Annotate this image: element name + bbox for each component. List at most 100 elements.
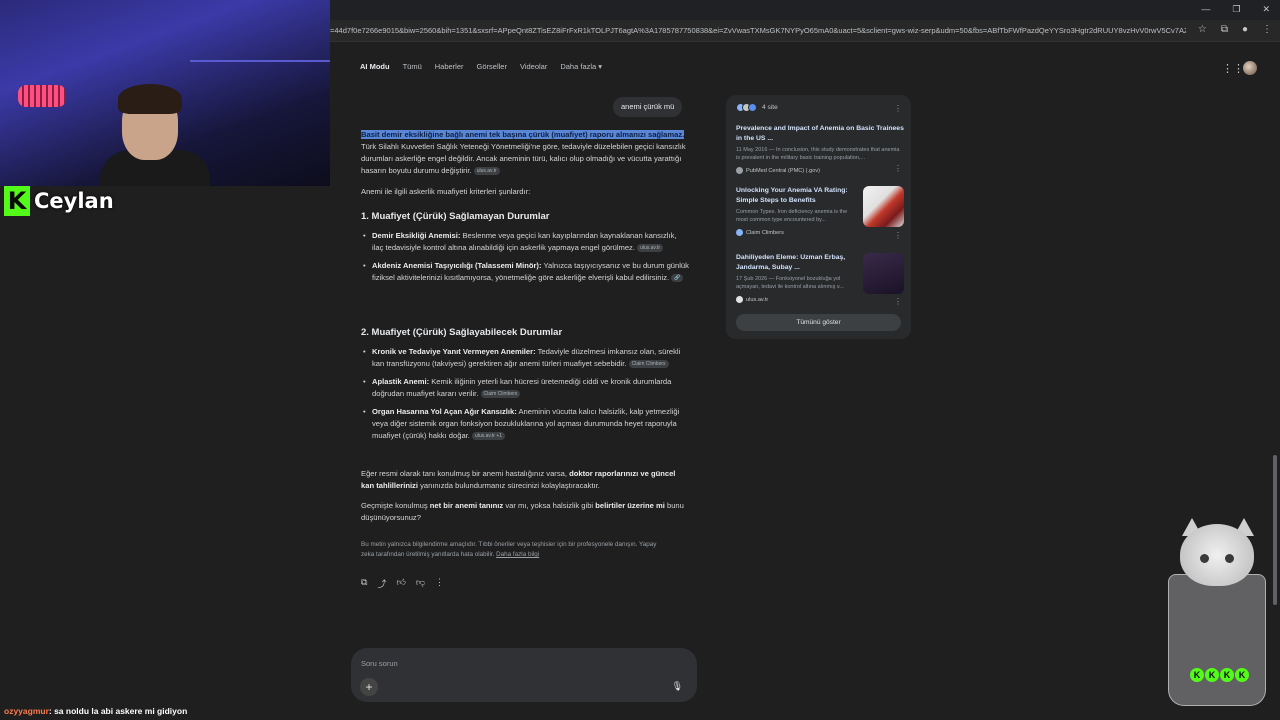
add-attachment-button[interactable]: + xyxy=(360,678,378,696)
section2-list: Kronik ve Tedaviye Yanıt Vermeyen Anemil… xyxy=(363,346,689,448)
glass xyxy=(1168,574,1266,706)
streamer-name: Ceylan xyxy=(34,189,114,213)
bookmark-star-icon[interactable]: ☆ xyxy=(1198,24,1207,35)
thumbs-up-icon[interactable]: 👍︎ xyxy=(396,577,405,590)
ask-input[interactable]: Soru sorun xyxy=(361,659,398,668)
profile-icon[interactable]: ● xyxy=(1242,24,1248,35)
sources-header: 4 site xyxy=(736,103,778,112)
scrollbar[interactable] xyxy=(1273,455,1277,605)
list-item-bold: Demir Eksikliği Anemisi: xyxy=(372,231,461,240)
kick-coin-icon: K xyxy=(1235,668,1249,682)
answer-outro-2: Geçmişte konulmuş net bir anemi tanınız … xyxy=(361,500,689,524)
mic-icon[interactable]: 🎙 xyxy=(672,681,683,692)
thumbs-down-icon[interactable]: 👎︎ xyxy=(416,577,425,590)
source-chip[interactable]: ulus.av.tr xyxy=(637,244,664,252)
sources-menu-icon[interactable]: ⋮ xyxy=(894,104,902,113)
tab-videos[interactable]: Videolar xyxy=(520,62,547,71)
more-options-icon[interactable]: ⋮ xyxy=(435,577,444,590)
source-card[interactable]: Unlocking Your Anemia VA Rating: Simple … xyxy=(736,186,904,236)
tab-more-label: Daha fazla xyxy=(560,62,597,71)
source-menu-icon[interactable]: ⋮ xyxy=(894,231,902,240)
source-chip[interactable]: ulus.av.tr +1 xyxy=(472,432,506,440)
blood-tube-thumbnail[interactable] xyxy=(863,186,904,227)
cat-eye xyxy=(1225,554,1234,563)
close-icon[interactable]: ✕ xyxy=(1262,4,1270,15)
list-item-bold: Aplastik Anemi: xyxy=(372,377,430,386)
site-favicons xyxy=(736,103,757,112)
tab-news[interactable]: Haberler xyxy=(435,62,464,71)
share-icon[interactable]: ⤴ xyxy=(377,577,386,590)
webcam-overlay xyxy=(0,0,330,186)
list-item: Demir Eksikliği Anemisi: Beslenme veya g… xyxy=(363,230,689,254)
apps-grid-icon[interactable]: ⋮⋮ xyxy=(1222,62,1244,75)
kick-coins: K K K K xyxy=(1190,668,1249,682)
source-site-name: Claim Climbers xyxy=(746,229,784,236)
source-card[interactable]: Prevalence and Impact of Anemia on Basic… xyxy=(736,124,904,174)
feedback-bar: ⧉ ⤴ 👍︎ 👎︎ ⋮ xyxy=(361,577,444,590)
favicon-icon xyxy=(748,103,757,112)
answer-highlight: Basit demir eksikliğine bağlı anemi tek … xyxy=(361,130,685,139)
copy-icon[interactable]: ⧉ xyxy=(361,577,367,590)
source-snippet: 17 Şub 2026 — Fonksiyonel bozukluğa yol … xyxy=(736,276,844,290)
tab-images[interactable]: Görseller xyxy=(477,62,507,71)
chat-text: : sa noldu la abi askere mi gidiyon xyxy=(48,706,188,716)
list-item-bold: Akdeniz Anemisi Taşıyıcılığı (Talassemi … xyxy=(372,261,542,270)
tab-ai-mode[interactable]: AI Modu xyxy=(360,62,390,71)
source-title[interactable]: Dahiliyeden Eleme: Uzman Erbaş, Jandarma… xyxy=(736,253,856,273)
list-item: Akdeniz Anemisi Taşıyıcılığı (Talassemi … xyxy=(363,260,689,284)
source-snippet: Common Types. Iron deficiency anemia is … xyxy=(736,209,848,223)
user-query-bubble: anemi çürük mü xyxy=(613,97,683,117)
section1-title: 1. Muafiyet (Çürük) Sağlamayan Durumlar xyxy=(361,211,550,222)
list-item: Aplastik Anemi: Kemik iliğinin yeterli k… xyxy=(363,376,689,400)
ask-box[interactable]: Soru sorun + 🎙 xyxy=(351,648,697,702)
learn-more-link[interactable]: Daha fazla bilgi xyxy=(496,551,539,558)
streamer-badge: K Ceylan xyxy=(4,186,114,216)
answer-outro-1: Eğer resmi olarak tanı konulmuş bir anem… xyxy=(361,468,689,492)
outro-text: Eğer resmi olarak tanı konulmuş bir anem… xyxy=(361,469,570,478)
kick-logo-icon: K xyxy=(4,186,30,216)
extensions-icon[interactable]: ⧉ xyxy=(1221,24,1228,35)
address-bar[interactable]: =44d7f0e7266e9015&biw=2560&bih=1351&sxsr… xyxy=(330,20,1280,42)
link-icon[interactable]: 🔗 xyxy=(671,274,684,282)
url-text[interactable]: =44d7f0e7266e9015&biw=2560&bih=1351&sxsr… xyxy=(330,26,1186,35)
source-card[interactable]: Dahiliyeden Eleme: Uzman Erbaş, Jandarma… xyxy=(736,253,904,303)
list-item-bold: Kronik ve Tedaviye Yanıt Vermeyen Anemil… xyxy=(372,347,536,356)
outro-text: Geçmişte konulmuş xyxy=(361,501,430,510)
source-title[interactable]: Unlocking Your Anemia VA Rating: Simple … xyxy=(736,186,856,206)
sources-panel: 4 site ⋮ Prevalence and Impact of Anemia… xyxy=(726,95,911,339)
source-chip[interactable]: Claim Climbers xyxy=(628,360,669,368)
cat-eye xyxy=(1200,554,1209,563)
avatar[interactable] xyxy=(1243,61,1257,75)
minimize-icon[interactable]: — xyxy=(1201,4,1210,15)
answer-intro-text: Türk Silahlı Kuvvetleri Sağlık Yeteneği … xyxy=(361,142,686,175)
source-chip[interactable]: Claim Climbers xyxy=(480,390,521,398)
ulus-favicon-icon xyxy=(736,296,743,303)
cat-in-glass-widget: K K K K xyxy=(1166,518,1270,708)
sources-count: 4 site xyxy=(762,104,778,111)
section2-title: 2. Muafiyet (Çürük) Sağlayabilecek Durum… xyxy=(361,327,563,338)
disclaimer: Bu metin yalnızca bilgilendirme amaçlıdı… xyxy=(361,540,671,560)
source-chip[interactable]: ulus.av.tr xyxy=(473,167,500,175)
tab-all[interactable]: Tümü xyxy=(403,62,422,71)
ulus-thumbnail[interactable] xyxy=(863,253,904,294)
source-menu-icon[interactable]: ⋮ xyxy=(894,297,902,306)
tab-more[interactable]: Daha fazla ▾ xyxy=(560,62,602,71)
claim-climbers-favicon-icon xyxy=(736,229,743,236)
list-item: Organ Hasarına Yol Açan Ağır Kansızlık: … xyxy=(363,406,689,442)
source-snippet: 11 May 2016 — In conclusion, this study … xyxy=(736,147,900,161)
menu-icon[interactable]: ⋮ xyxy=(1262,24,1272,35)
answer-intro: Basit demir eksikliğine bağlı anemi tek … xyxy=(361,129,689,177)
source-menu-icon[interactable]: ⋮ xyxy=(894,164,902,173)
cat-head xyxy=(1180,524,1254,586)
source-site: Claim Climbers xyxy=(736,229,904,236)
source-site: PubMed Central (PMC) (.gov) xyxy=(736,167,904,174)
maximize-icon[interactable]: ❐ xyxy=(1232,4,1240,15)
kick-coin-icon: K xyxy=(1190,668,1204,682)
show-all-button[interactable]: Tümünü göster xyxy=(736,314,901,331)
outro-bold: net bir anemi tanınız xyxy=(429,501,504,510)
list-item: Kronik ve Tedaviye Yanıt Vermeyen Anemil… xyxy=(363,346,689,370)
section1-list: Demir Eksikliği Anemisi: Beslenme veya g… xyxy=(363,230,689,290)
window-controls: — ❐ ✕ xyxy=(1201,4,1270,15)
outro-text: var mı, yoksa halsizlik gibi xyxy=(503,501,596,510)
source-title[interactable]: Prevalence and Impact of Anemia on Basic… xyxy=(736,124,904,144)
